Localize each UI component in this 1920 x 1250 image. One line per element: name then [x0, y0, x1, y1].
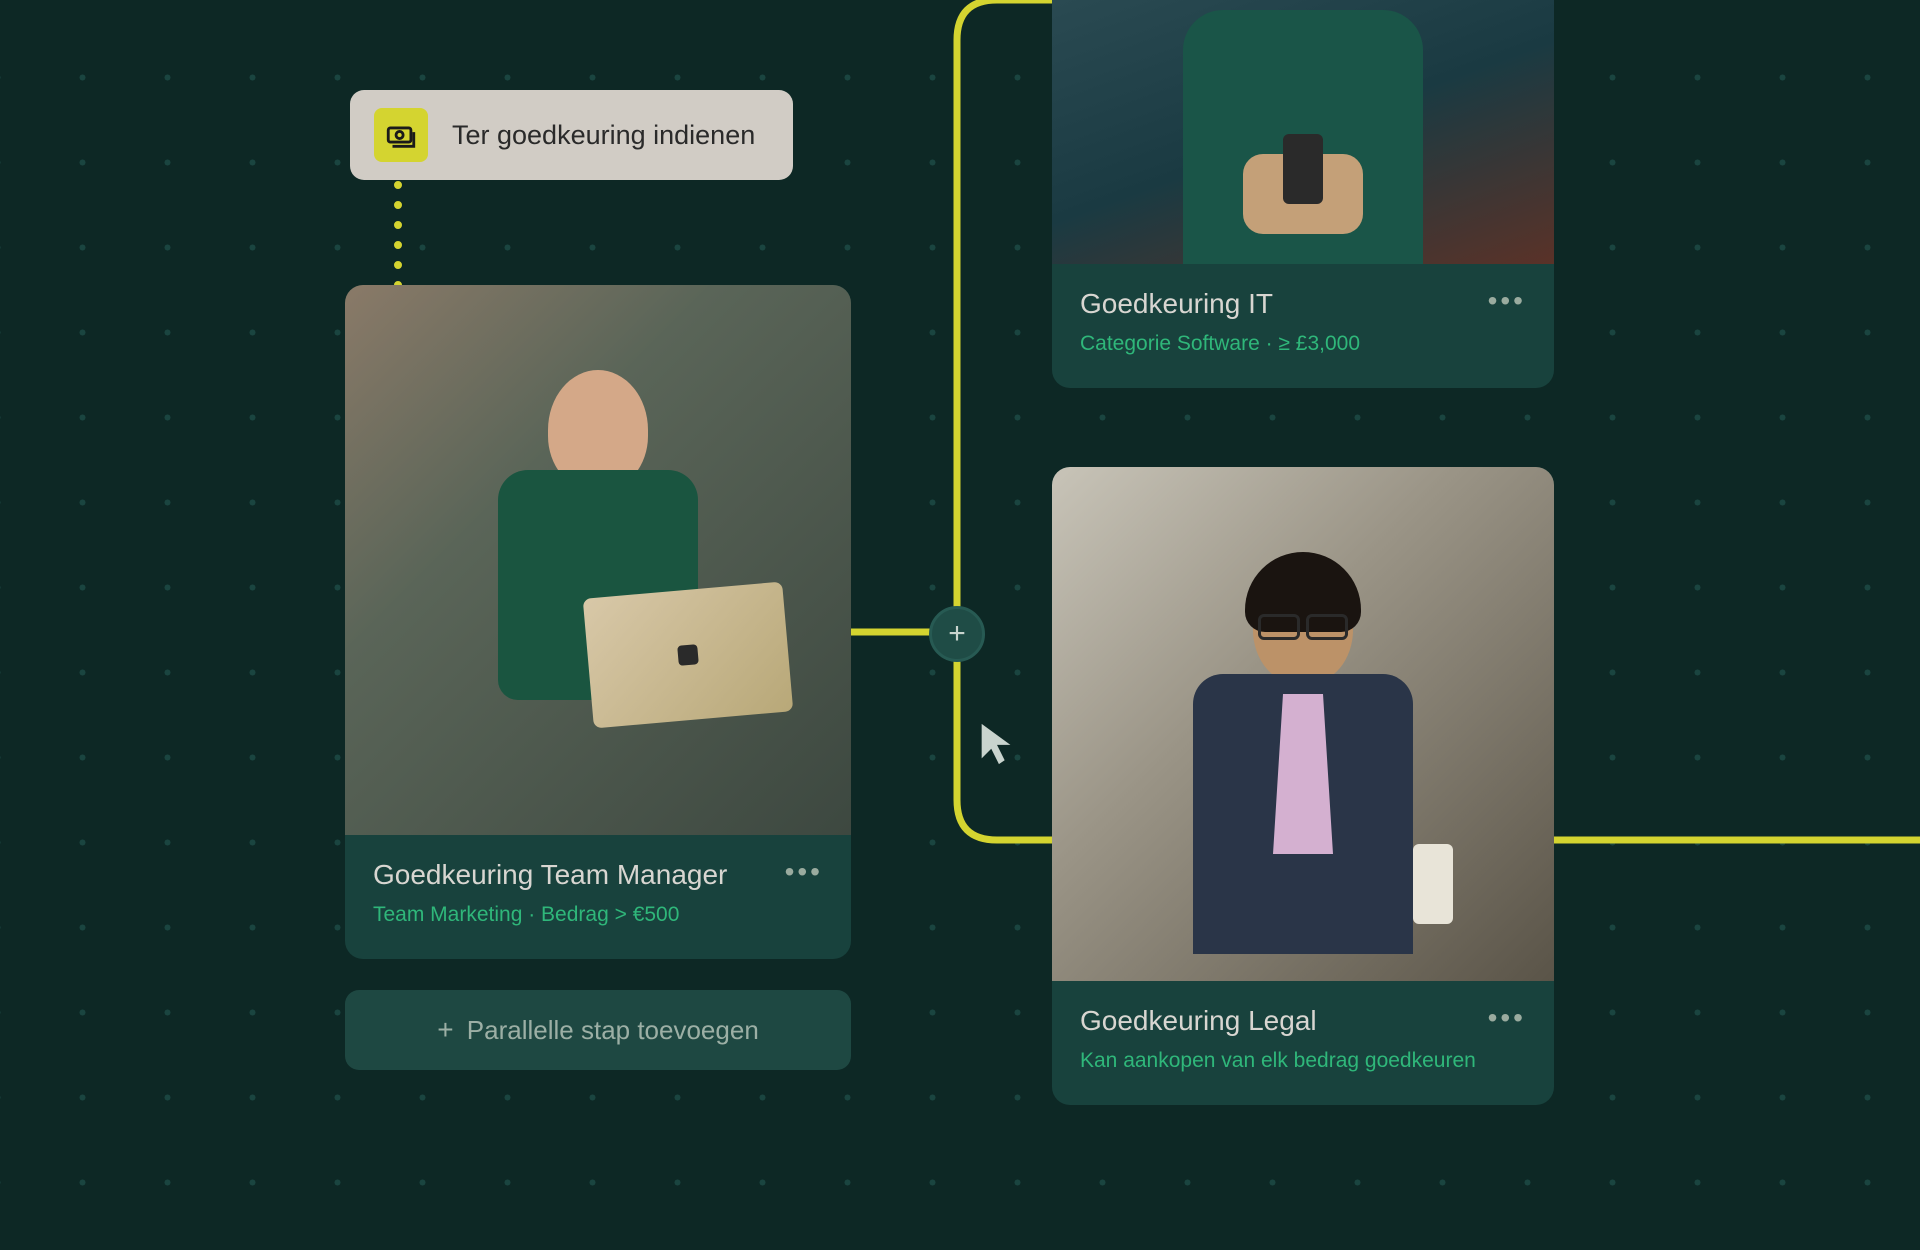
more-icon[interactable]: •••	[785, 865, 823, 879]
card-photo-legal	[1052, 467, 1554, 981]
submit-for-approval-chip[interactable]: Ter goedkeuring indienen	[350, 90, 793, 180]
approval-card-legal[interactable]: Goedkeuring Legal Kan aankopen van elk b…	[1052, 467, 1554, 1105]
card-meta: Categorie Software · ≥ £3,000	[1080, 332, 1526, 356]
more-icon[interactable]: •••	[1488, 294, 1526, 308]
submit-label: Ter goedkeuring indienen	[452, 120, 755, 151]
more-icon[interactable]: •••	[1488, 1011, 1526, 1025]
cursor-icon	[974, 720, 1020, 766]
card-title: Goedkeuring Team Manager	[373, 859, 823, 891]
parallel-step-label: Parallelle stap toevoegen	[467, 1015, 759, 1045]
add-branch-node[interactable]: +	[929, 606, 985, 662]
card-photo-it	[1052, 0, 1554, 264]
approval-card-team-manager[interactable]: Goedkeuring Team Manager Team Marketing …	[345, 285, 851, 959]
card-title: Goedkeuring IT	[1080, 288, 1526, 320]
money-icon	[374, 108, 428, 162]
card-meta: Kan aankopen van elk bedrag goedkeuren	[1080, 1049, 1526, 1073]
card-title: Goedkeuring Legal	[1080, 1005, 1526, 1037]
card-photo-team-manager	[345, 285, 851, 835]
plus-icon: +	[437, 1014, 453, 1045]
card-meta: Team Marketing · Bedrag > €500	[373, 903, 823, 927]
add-parallel-step-button[interactable]: + Parallelle stap toevoegen	[345, 990, 851, 1070]
plus-icon: +	[948, 617, 966, 651]
approval-card-it[interactable]: Goedkeuring IT Categorie Software · ≥ £3…	[1052, 0, 1554, 388]
